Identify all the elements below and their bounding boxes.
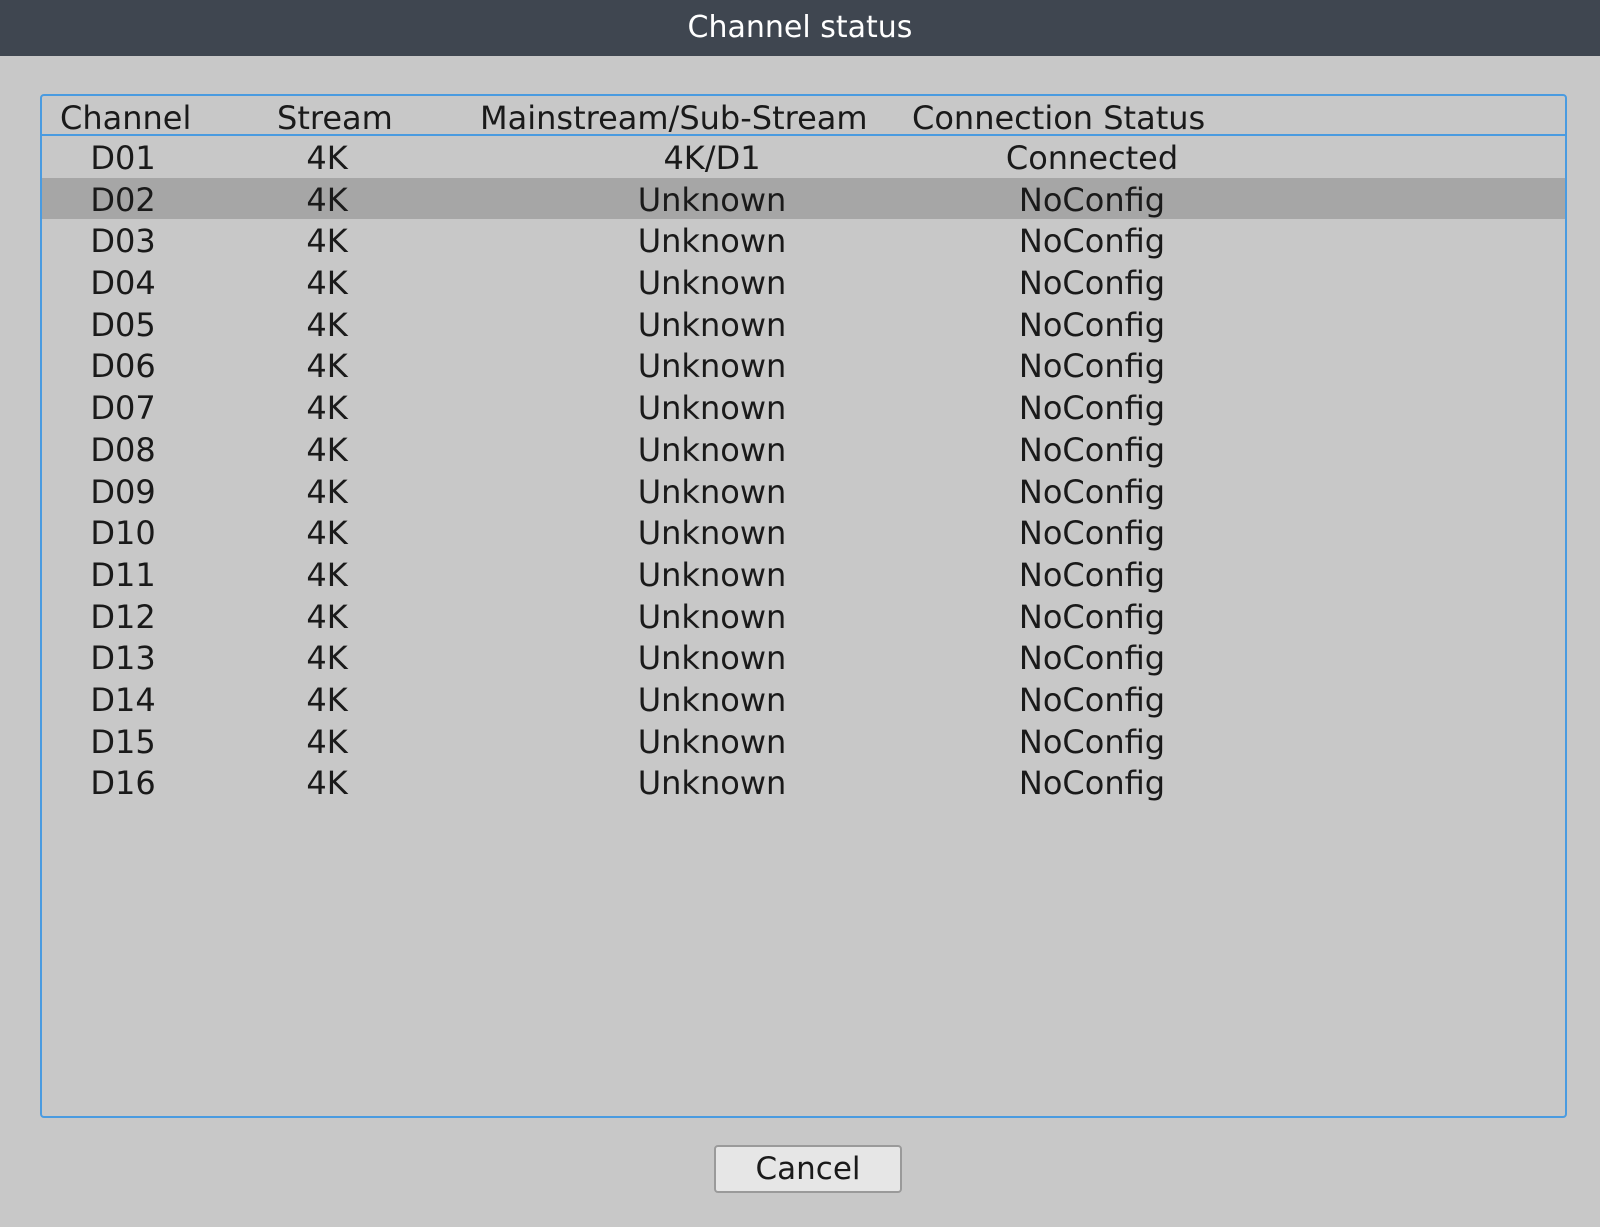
- cell-mainstream-sub-stream: Unknown: [637, 680, 787, 719]
- table-row[interactable]: D15 4K Unknown NoConfig: [42, 720, 1565, 762]
- column-header-mainstream-sub-stream[interactable]: Mainstream/Sub-Stream: [480, 96, 868, 140]
- cell-connection-status: NoConfig: [1018, 305, 1166, 344]
- cell-connection-status: NoConfig: [1018, 639, 1166, 678]
- cell-stream: 4K: [306, 680, 348, 719]
- cell-connection-status: Connected: [1005, 139, 1179, 177]
- cell-connection-status: NoConfig: [1018, 514, 1166, 553]
- cell-mainstream-sub-stream: Unknown: [637, 514, 787, 553]
- cell-channel: D04: [90, 264, 156, 303]
- cell-connection-status: NoConfig: [1018, 347, 1166, 386]
- table-row[interactable]: D02 4K Unknown NoConfig: [42, 177, 1565, 220]
- cell-mainstream-sub-stream: Unknown: [637, 555, 787, 594]
- cell-connection-status: NoConfig: [1018, 430, 1166, 469]
- cell-channel: D01: [90, 139, 156, 177]
- table-row[interactable]: D05 4K Unknown NoConfig: [42, 303, 1565, 345]
- table-row[interactable]: D10 4K Unknown NoConfig: [42, 511, 1565, 553]
- table-row[interactable]: D08 4K Unknown NoConfig: [42, 428, 1565, 470]
- cell-channel: D02: [90, 180, 156, 219]
- table-row[interactable]: D09 4K Unknown NoConfig: [42, 470, 1565, 512]
- table-header: Channel Stream Mainstream/Sub-Stream Con…: [42, 96, 1565, 137]
- table-body: D01 4K 4K/D1 Connected D02 4K Unknown NoConfig…: [42, 136, 1565, 803]
- cell-mainstream-sub-stream: Unknown: [637, 264, 787, 303]
- table-row[interactable]: D04 4K Unknown NoConfig: [42, 261, 1565, 303]
- cell-mainstream-sub-stream: 4K/D1: [663, 139, 761, 177]
- cell-channel: D13: [90, 639, 156, 678]
- table-row[interactable]: D16 4K Unknown NoConfig: [42, 761, 1565, 803]
- table-row[interactable]: D13 4K Unknown NoConfig: [42, 636, 1565, 678]
- cell-channel: D07: [90, 389, 156, 428]
- table-row[interactable]: D14 4K Unknown NoConfig: [42, 678, 1565, 720]
- cell-mainstream-sub-stream: Unknown: [637, 389, 787, 428]
- cell-channel: D15: [90, 722, 156, 761]
- cell-stream: 4K: [306, 180, 348, 219]
- cell-channel: D06: [90, 347, 156, 386]
- cell-channel: D16: [90, 764, 156, 803]
- cancel-button[interactable]: Cancel: [714, 1145, 902, 1193]
- cell-mainstream-sub-stream: Unknown: [637, 472, 787, 511]
- table-row[interactable]: D12 4K Unknown NoConfig: [42, 595, 1565, 637]
- cell-stream: 4K: [306, 514, 348, 553]
- cell-stream: 4K: [306, 305, 348, 344]
- column-header-stream[interactable]: Stream: [277, 96, 393, 140]
- cell-mainstream-sub-stream: Unknown: [637, 430, 787, 469]
- cell-connection-status: NoConfig: [1018, 222, 1166, 261]
- cell-channel: D10: [90, 514, 156, 553]
- cell-stream: 4K: [306, 222, 348, 261]
- cell-stream: 4K: [306, 139, 348, 177]
- cell-mainstream-sub-stream: Unknown: [637, 305, 787, 344]
- dialog-title-bar: Channel status: [0, 0, 1600, 56]
- cell-mainstream-sub-stream: Unknown: [637, 722, 787, 761]
- dialog-title: Channel status: [687, 10, 913, 45]
- table-row[interactable]: D11 4K Unknown NoConfig: [42, 553, 1565, 595]
- cell-channel: D11: [90, 555, 156, 594]
- cell-connection-status: NoConfig: [1018, 680, 1166, 719]
- cell-channel: D14: [90, 680, 156, 719]
- cell-stream: 4K: [306, 639, 348, 678]
- cell-stream: 4K: [306, 472, 348, 511]
- cell-mainstream-sub-stream: Unknown: [637, 639, 787, 678]
- cell-mainstream-sub-stream: Unknown: [637, 347, 787, 386]
- column-header-channel[interactable]: Channel: [60, 96, 191, 140]
- cell-connection-status: NoConfig: [1018, 180, 1166, 219]
- cell-stream: 4K: [306, 722, 348, 761]
- table-row[interactable]: D01 4K 4K/D1 Connected: [42, 136, 1565, 178]
- cell-stream: 4K: [306, 430, 348, 469]
- cell-mainstream-sub-stream: Unknown: [637, 764, 787, 803]
- cell-channel: D08: [90, 430, 156, 469]
- table-row[interactable]: D06 4K Unknown NoConfig: [42, 344, 1565, 386]
- column-header-connection-status[interactable]: Connection Status: [912, 96, 1205, 140]
- cell-connection-status: NoConfig: [1018, 472, 1166, 511]
- cell-mainstream-sub-stream: Unknown: [637, 597, 787, 636]
- table-row[interactable]: D03 4K Unknown NoConfig: [42, 219, 1565, 261]
- cell-connection-status: NoConfig: [1018, 597, 1166, 636]
- cell-stream: 4K: [306, 389, 348, 428]
- cell-connection-status: NoConfig: [1018, 555, 1166, 594]
- cell-stream: 4K: [306, 764, 348, 803]
- cell-channel: D12: [90, 597, 156, 636]
- cell-channel: D09: [90, 472, 156, 511]
- cell-connection-status: NoConfig: [1018, 722, 1166, 761]
- cell-stream: 4K: [306, 264, 348, 303]
- cell-mainstream-sub-stream: Unknown: [637, 180, 787, 219]
- channel-status-table: Channel Stream Mainstream/Sub-Stream Con…: [40, 94, 1567, 1118]
- cell-stream: 4K: [306, 597, 348, 636]
- cell-channel: D03: [90, 222, 156, 261]
- cell-connection-status: NoConfig: [1018, 264, 1166, 303]
- cell-connection-status: NoConfig: [1018, 389, 1166, 428]
- cell-stream: 4K: [306, 347, 348, 386]
- table-row[interactable]: D07 4K Unknown NoConfig: [42, 386, 1565, 428]
- cell-mainstream-sub-stream: Unknown: [637, 222, 787, 261]
- cell-stream: 4K: [306, 555, 348, 594]
- cell-connection-status: NoConfig: [1018, 764, 1166, 803]
- cell-channel: D05: [90, 305, 156, 344]
